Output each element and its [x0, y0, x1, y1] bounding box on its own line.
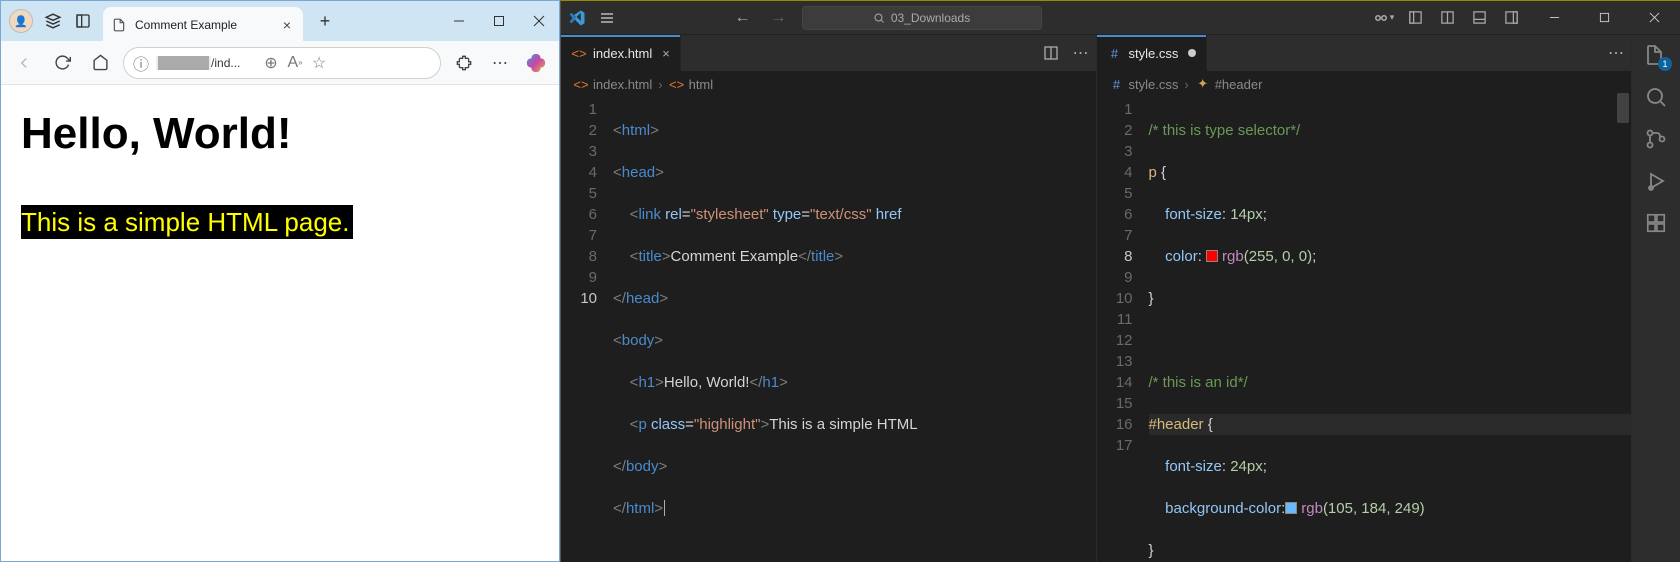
- id-symbol-icon: ✦: [1195, 76, 1211, 92]
- editor-tabs-left: <> index.html × ⋯: [561, 35, 1096, 71]
- text-cursor: [664, 500, 665, 516]
- edge-toolbar: ⓘ ██████/ind... ⊕ A» ☆ ⋯: [1, 41, 559, 85]
- copilot-icon[interactable]: [521, 48, 551, 78]
- vertical-tabs-icon[interactable]: [73, 11, 93, 31]
- code-area-right[interactable]: 1 2 3 4 5 6 7 8 9 10 11 12 13: [1097, 97, 1632, 562]
- edge-browser-window: 👤 Comment Example × + ⓘ ██████/ind...: [0, 0, 560, 562]
- html-file-icon: <>: [571, 45, 587, 61]
- layout-right-icon[interactable]: [1498, 5, 1524, 31]
- vscode-window: ← → 03_Downloads ▾: [560, 0, 1680, 562]
- code-area-left[interactable]: 1 2 3 4 5 6 7 8 9 10 <html> <head> <link…: [561, 97, 1096, 562]
- vscode-titlebar: ← → 03_Downloads ▾: [561, 1, 1680, 35]
- close-window-button[interactable]: [519, 1, 559, 41]
- minimap-scroll-thumb[interactable]: [1617, 93, 1629, 123]
- command-center[interactable]: 03_Downloads: [802, 6, 1042, 30]
- copilot-chat-icon[interactable]: ▾: [1370, 5, 1396, 31]
- html-symbol-icon: <>: [669, 76, 685, 92]
- explorer-icon[interactable]: 1: [1642, 41, 1670, 69]
- address-bar[interactable]: ⓘ ██████/ind... ⊕ A» ☆: [123, 47, 441, 79]
- vscode-logo-icon: [567, 8, 587, 28]
- breadcrumb-right[interactable]: #style.css › ✦#header: [1097, 71, 1632, 97]
- nav-forward-icon[interactable]: →: [766, 5, 792, 31]
- tab-label: index.html: [593, 46, 652, 61]
- more-actions-icon[interactable]: ⋯: [1066, 38, 1096, 68]
- maximize-button[interactable]: [479, 1, 519, 41]
- vs-minimize-button[interactable]: [1534, 1, 1574, 35]
- read-aloud-icon[interactable]: A»: [286, 54, 304, 72]
- address-text: ██████/ind...: [156, 56, 256, 70]
- editor-group: <> index.html × ⋯ <>index.html › <>html: [561, 35, 1632, 562]
- css-file-icon: #: [1107, 45, 1123, 61]
- file-icon: [111, 17, 127, 33]
- extensions-icon[interactable]: [449, 48, 479, 78]
- minimize-button[interactable]: [439, 1, 479, 41]
- editor-left: <> index.html × ⋯ <>index.html › <>html: [561, 35, 1097, 562]
- source-control-icon[interactable]: [1642, 125, 1670, 153]
- split-editor-icon[interactable]: [1036, 38, 1066, 68]
- code-lines-right[interactable]: /* this is type selector*/ p { font-size…: [1143, 97, 1632, 562]
- html-file-icon: <>: [573, 76, 589, 92]
- editor-right: # style.css ⋯ #style.css › ✦#header: [1097, 35, 1633, 562]
- workspaces-icon[interactable]: [43, 11, 63, 31]
- gutter-right: 1 2 3 4 5 6 7 8 9 10 11 12 13: [1097, 97, 1143, 562]
- refresh-button[interactable]: [47, 48, 77, 78]
- layout-icon[interactable]: [1402, 5, 1428, 31]
- layout-bottom-icon[interactable]: [1466, 5, 1492, 31]
- home-button[interactable]: [85, 48, 115, 78]
- color-swatch-red[interactable]: [1206, 250, 1218, 262]
- vs-close-button[interactable]: [1634, 1, 1674, 35]
- activity-bar: 1: [1632, 35, 1680, 562]
- tab-index-html[interactable]: <> index.html ×: [561, 35, 681, 71]
- layout-panel-icon[interactable]: [1434, 5, 1460, 31]
- editor-tabs-right: # style.css ⋯: [1097, 35, 1632, 71]
- back-button[interactable]: [9, 48, 39, 78]
- command-center-text: 03_Downloads: [891, 11, 970, 25]
- tab-close-icon[interactable]: ×: [662, 46, 670, 61]
- page-paragraph: This is a simple HTML page.: [21, 205, 353, 239]
- new-tab-button[interactable]: +: [311, 7, 339, 35]
- explorer-badge: 1: [1658, 57, 1672, 71]
- tab-style-css[interactable]: # style.css: [1097, 35, 1208, 71]
- tab-label: style.css: [1129, 46, 1179, 61]
- more-actions-icon[interactable]: ⋯: [1601, 38, 1631, 68]
- nav-back-icon[interactable]: ←: [730, 5, 756, 31]
- gutter-left: 1 2 3 4 5 6 7 8 9 10: [561, 97, 607, 562]
- page-info-icon[interactable]: ⓘ: [132, 54, 150, 72]
- more-icon[interactable]: ⋯: [485, 48, 515, 78]
- hamburger-menu-icon[interactable]: [597, 8, 617, 28]
- dirty-indicator-icon: [1188, 49, 1196, 57]
- page-heading: Hello, World!: [21, 109, 539, 159]
- run-debug-icon[interactable]: [1642, 167, 1670, 195]
- tab-title: Comment Example: [135, 18, 271, 32]
- zoom-icon[interactable]: ⊕: [262, 54, 280, 72]
- tab-close-icon[interactable]: ×: [279, 17, 295, 33]
- extensions-icon[interactable]: [1642, 209, 1670, 237]
- profile-avatar[interactable]: 👤: [9, 9, 33, 33]
- breadcrumb-left[interactable]: <>index.html › <>html: [561, 71, 1096, 97]
- search-icon[interactable]: [1642, 83, 1670, 111]
- edge-tab-strip: 👤 Comment Example × +: [1, 1, 559, 41]
- favorite-icon[interactable]: ☆: [310, 54, 328, 72]
- browser-tab-active[interactable]: Comment Example ×: [103, 7, 303, 43]
- color-swatch-blue[interactable]: [1285, 502, 1297, 514]
- vs-maximize-button[interactable]: [1584, 1, 1624, 35]
- code-lines-left[interactable]: <html> <head> <link rel="stylesheet" typ…: [607, 97, 1096, 562]
- css-file-icon: #: [1109, 76, 1125, 92]
- page-viewport: Hello, World! This is a simple HTML page…: [1, 85, 559, 561]
